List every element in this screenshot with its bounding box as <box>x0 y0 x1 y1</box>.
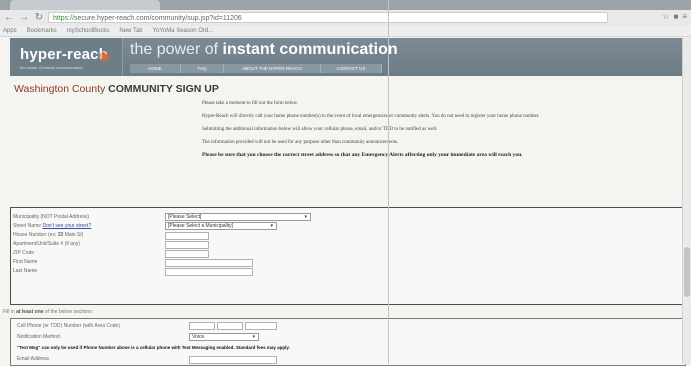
intro-p4: The information provided will not be use… <box>202 140 399 145</box>
extension-icon[interactable]: ■ <box>673 12 678 21</box>
phone-prefix-input[interactable] <box>217 322 243 330</box>
missing-street-link[interactable]: Don't see your street? <box>42 223 91 229</box>
municipality-select[interactable]: [Please Select] ▾ <box>165 213 311 221</box>
banner-tagline: the power of instant communication <box>130 41 398 59</box>
cell-phone-label: Cell Phone (or TDD) Number (with Area Co… <box>17 323 121 329</box>
street-select[interactable]: [Please Select a Municipality] ▾ <box>165 222 277 230</box>
apt-input[interactable] <box>165 241 209 249</box>
notification-method-select[interactable]: Voice ▾ <box>189 333 259 341</box>
notification-method-value: Voice <box>192 334 205 340</box>
text-message-note: "Text Msg" can only be used if Phone Num… <box>17 345 290 350</box>
url-text: secure.hyper-reach.com/community/sup.jsp… <box>74 15 242 22</box>
menu-faq[interactable]: FAQ <box>181 64 224 73</box>
notification-method-label: Notification Method <box>17 334 60 340</box>
page-title: Washington County COMMUNITY SIGN UP <box>14 83 219 95</box>
tagline-bold: instant communication <box>222 41 398 58</box>
street-value: [Please Select a Municipality] <box>168 223 234 229</box>
chevron-down-icon: ▾ <box>252 334 255 340</box>
browser-tab[interactable] <box>10 0 160 10</box>
bookmark-yoyoma[interactable]: YoYoMa Season Ord... <box>153 28 214 34</box>
site-banner: hyper-reach ◉ the power of instant commu… <box>10 38 682 76</box>
house-number-input[interactable] <box>165 232 209 240</box>
signal-icon: ◉ <box>99 48 111 63</box>
email-input[interactable] <box>189 356 277 364</box>
county-name: Washington County <box>14 83 106 95</box>
house-label-row: House Number (ex: 33 Main St) <box>13 231 83 239</box>
house-label: House Number (ex: <box>13 232 58 238</box>
bookmarks-bar: Apps Bookmarks mySchoolBucks New Tab YoY… <box>0 26 691 37</box>
chevron-down-icon: ▾ <box>270 223 273 229</box>
area-code-input[interactable] <box>189 322 215 330</box>
menu-home[interactable]: HOME <box>130 64 181 73</box>
municipality-label: Municipality (NOT Postal Address) <box>13 214 90 220</box>
back-icon[interactable]: ← <box>3 12 15 24</box>
bookmark-bookmarks[interactable]: Bookmarks <box>27 28 57 34</box>
intro-p3: Submitting the additional information be… <box>202 127 438 132</box>
site-menu: HOME FAQ ABOUT THE HYPER-REACH CONTACT U… <box>130 64 382 73</box>
forward-icon[interactable]: → <box>18 12 30 24</box>
house-label-end: Main St) <box>63 232 84 238</box>
page-scrollbar[interactable] <box>682 37 691 364</box>
browser-tab-strip <box>0 0 691 10</box>
municipality-value: [Please Select] <box>168 214 202 220</box>
menu-icon[interactable]: ≡ <box>682 12 687 21</box>
tagline-prefix: the power of <box>130 41 223 58</box>
intro-p1: Please take a moment to fill out the for… <box>202 101 299 106</box>
phone-line-input[interactable] <box>245 322 277 330</box>
street-label: Street Name <box>13 223 42 229</box>
intro-text: Please take a moment to fill out the for… <box>202 100 562 165</box>
first-name-input[interactable] <box>165 259 253 267</box>
last-name-label: Last Name <box>13 268 38 274</box>
text-message-note-text: "Text Msg" can only be used if Phone Num… <box>17 345 290 350</box>
chevron-down-icon: ▾ <box>304 214 307 220</box>
zip-label: ZIP Code <box>13 250 35 256</box>
last-name-input[interactable] <box>165 268 253 276</box>
toolbar-icons: ☆ ■ ≡ <box>662 12 687 21</box>
instruction-bold: at least one <box>16 309 44 315</box>
zip-input[interactable] <box>165 250 209 258</box>
instruction-suffix: of the below sections: <box>43 309 94 315</box>
scrollbar-thumb[interactable] <box>684 247 690 297</box>
logo-text: hyper-reach <box>20 46 109 63</box>
page-heading: COMMUNITY SIGN UP <box>108 83 219 95</box>
address-form: Municipality (NOT Postal Address) [Pleas… <box>10 207 686 305</box>
screen-divider-line <box>388 0 389 364</box>
contact-sections-instruction: Fill in at least one of the below sectio… <box>3 309 93 315</box>
star-icon[interactable]: ☆ <box>662 12 669 21</box>
address-bar[interactable]: https://secure.hyper-reach.com/community… <box>48 12 608 23</box>
url-scheme: https:// <box>53 15 75 22</box>
menu-contact[interactable]: CONTACT US <box>321 64 382 73</box>
logo-tagline: the power of instant communication <box>20 65 83 70</box>
intro-p5: Please be sure that you choose the corre… <box>202 152 523 158</box>
intro-p2: Hyper-Reach will directly call your home… <box>202 114 540 119</box>
bookmark-apps[interactable]: Apps <box>3 28 17 34</box>
browser-toolbar: ← → ↻ https://secure.hyper-reach.com/com… <box>0 10 691 26</box>
street-label-row: Street Name Don't see your street? <box>13 222 91 230</box>
bookmark-new-tab[interactable]: New Tab <box>119 28 142 34</box>
first-name-label: First Name <box>13 259 38 265</box>
bookmark-myschoolbucks[interactable]: mySchoolBucks <box>67 28 110 34</box>
reload-icon[interactable]: ↻ <box>33 12 45 24</box>
contact-section: Cell Phone (or TDD) Number (with Area Co… <box>10 318 686 366</box>
site-logo[interactable]: hyper-reach ◉ the power of instant commu… <box>10 38 123 76</box>
apt-label: Apartment/Unit/Suite # (if any) <box>13 241 80 247</box>
email-label: Email Address <box>17 356 49 362</box>
menu-about[interactable]: ABOUT THE HYPER-REACH <box>224 64 321 73</box>
instruction-prefix: Fill in <box>3 309 17 315</box>
